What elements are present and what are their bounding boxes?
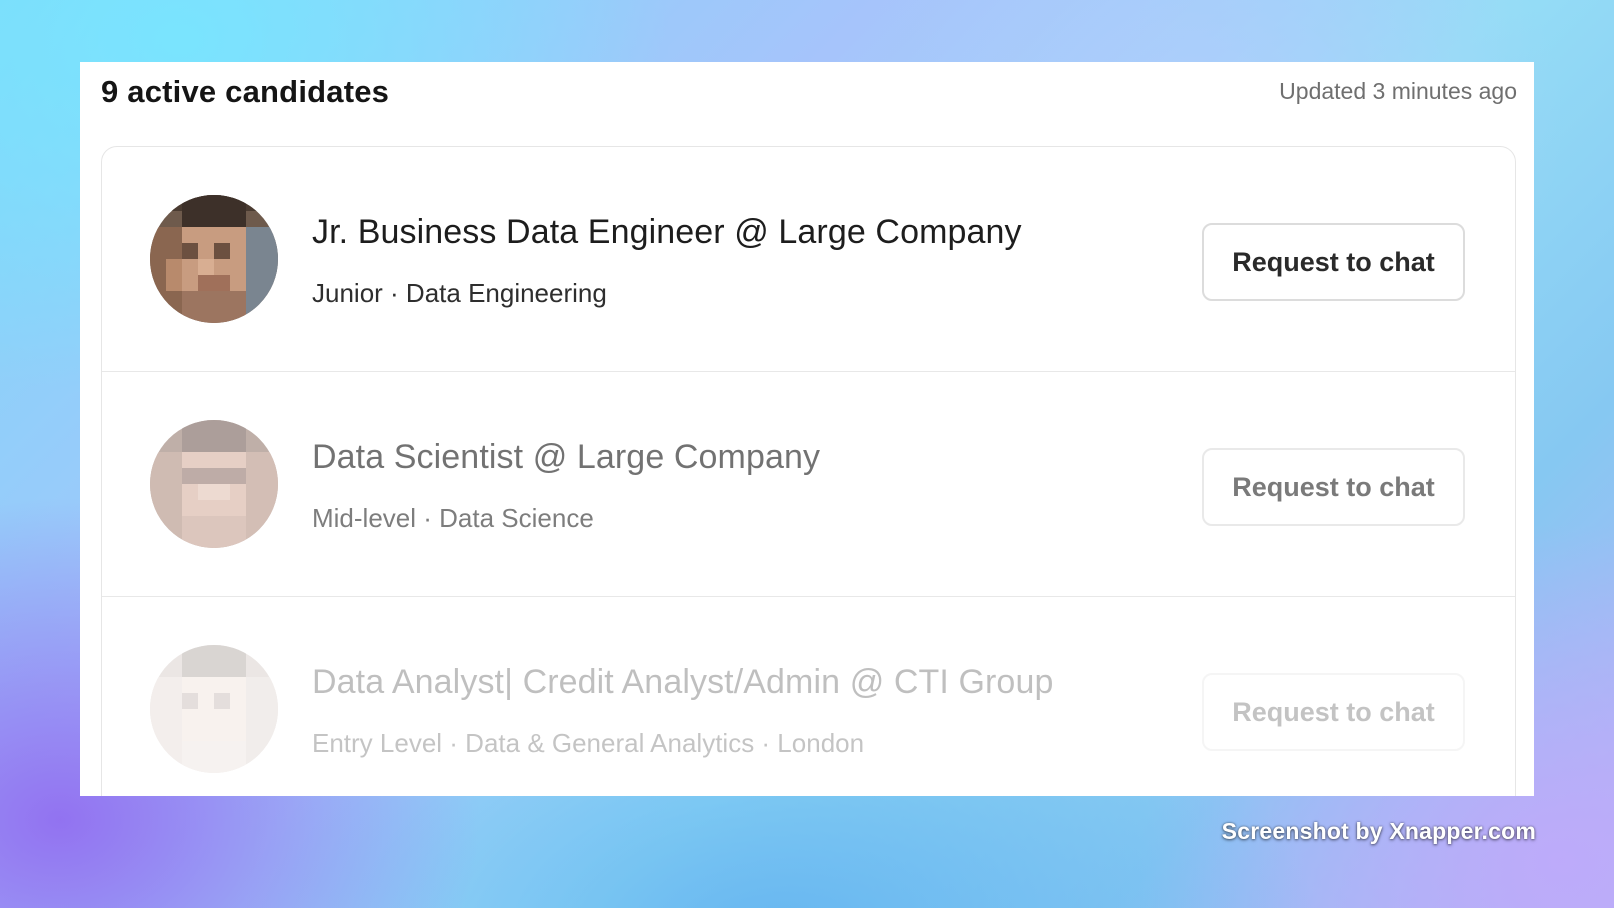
candidates-card: 9 active candidates Updated 3 minutes ag… xyxy=(80,62,1534,796)
avatar xyxy=(150,645,278,773)
candidate-row[interactable]: Jr. Business Data Engineer @ Large Compa… xyxy=(102,147,1515,372)
watermark-text: Screenshot by Xnapper.com xyxy=(1221,818,1536,844)
request-to-chat-button[interactable]: Request to chat xyxy=(1202,673,1465,751)
candidates-count-title: 9 active candidates xyxy=(101,74,390,109)
candidate-row[interactable]: Data Scientist @ Large Company Mid-level… xyxy=(102,372,1515,597)
candidate-role-title: Data Analyst| Credit Analyst/Admin @ CTI… xyxy=(312,663,1054,701)
avatar xyxy=(150,195,278,323)
candidate-role-title: Data Scientist @ Large Company xyxy=(312,438,821,476)
candidate-role-meta: Mid-level · Data Science xyxy=(312,503,594,533)
candidate-role-title: Jr. Business Data Engineer @ Large Compa… xyxy=(312,213,1022,251)
candidates-list: Jr. Business Data Engineer @ Large Compa… xyxy=(101,146,1516,796)
updated-timestamp: Updated 3 minutes ago xyxy=(1279,78,1517,104)
candidate-role-meta: Junior · Data Engineering xyxy=(312,278,607,308)
candidate-row[interactable]: Data Analyst| Credit Analyst/Admin @ CTI… xyxy=(102,597,1515,796)
avatar xyxy=(150,420,278,548)
candidate-role-meta: Entry Level · Data & General Analytics ·… xyxy=(312,728,865,758)
request-to-chat-button[interactable]: Request to chat xyxy=(1202,223,1465,301)
request-to-chat-button[interactable]: Request to chat xyxy=(1202,448,1465,526)
